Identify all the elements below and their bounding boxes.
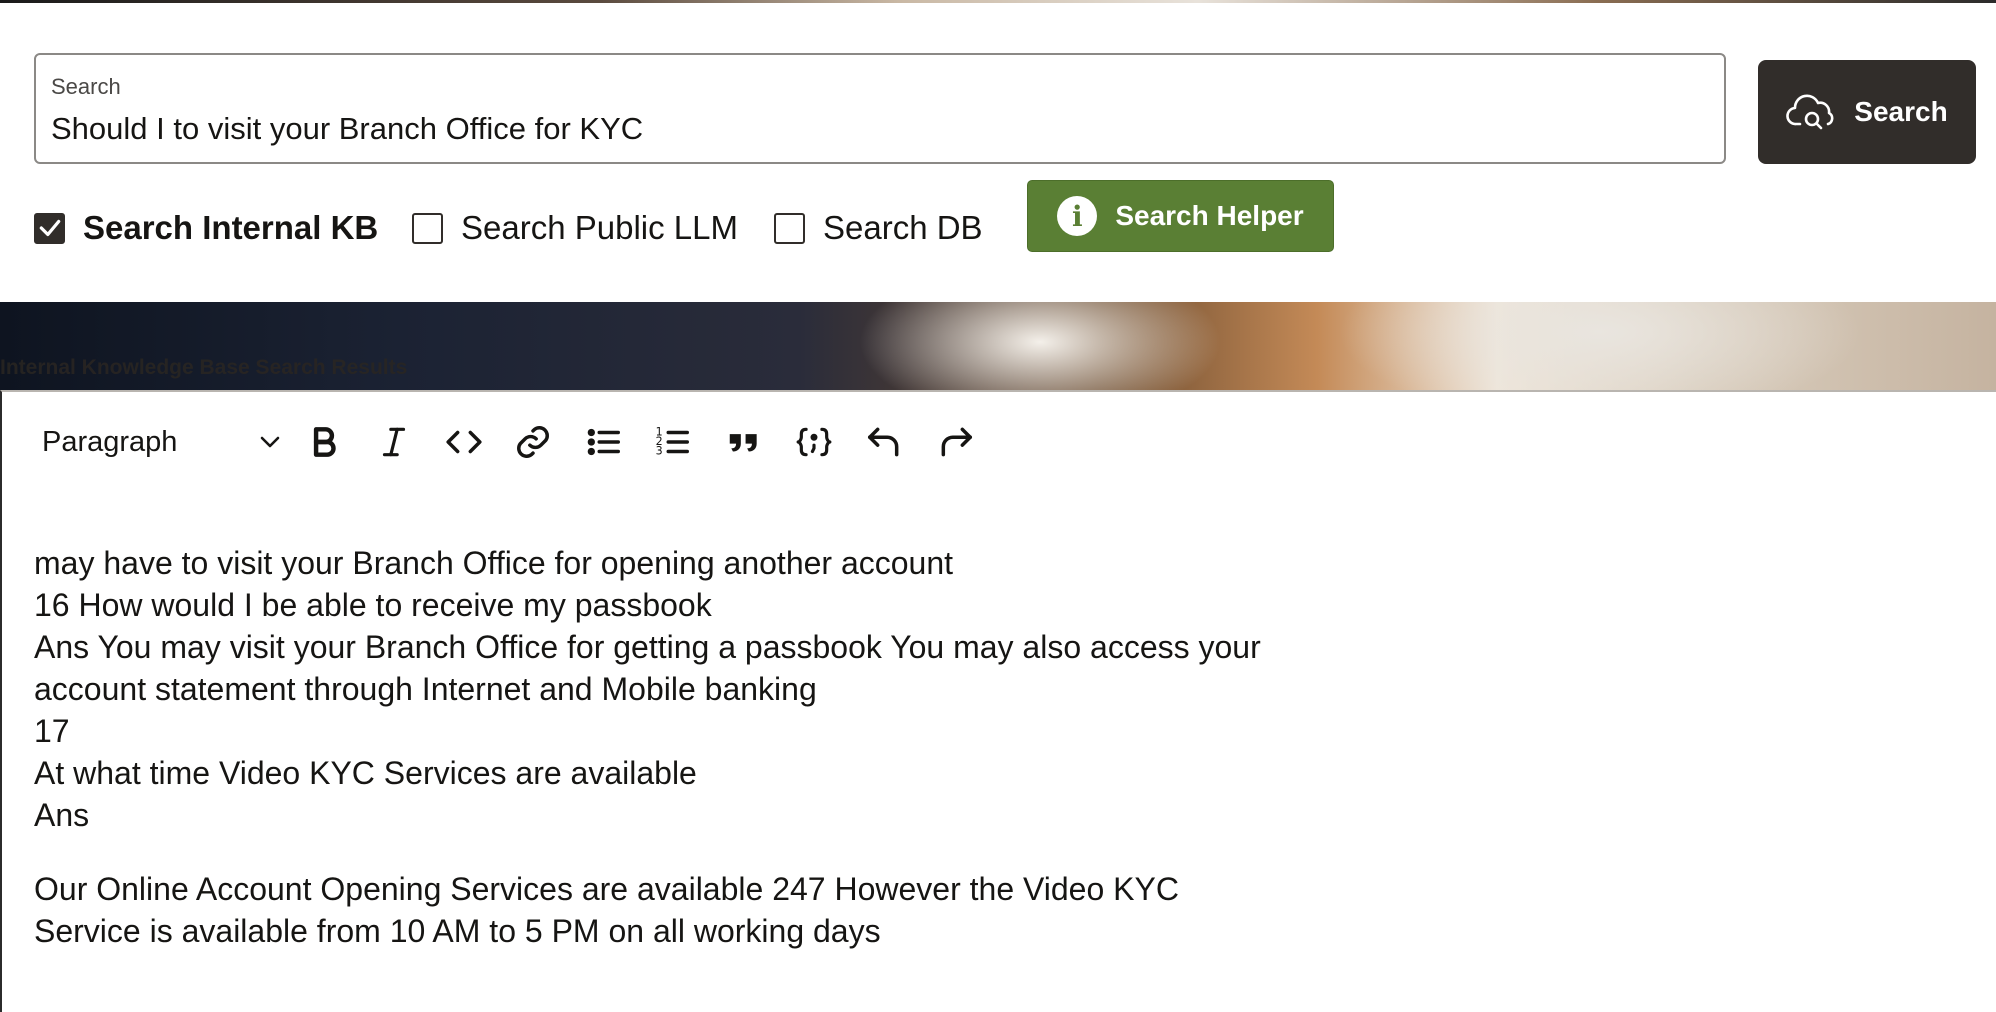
redo-button[interactable]: [930, 416, 982, 468]
search-helper-label: Search Helper: [1115, 200, 1304, 231]
search-panel: Search Search Search Internal KB Search …: [0, 3, 1996, 302]
content-line: Our Online Account Opening Services are …: [34, 871, 1179, 907]
checkbox-unchecked-icon[interactable]: [774, 212, 805, 244]
block-format-value: Paragraph: [42, 425, 178, 458]
content-line: 17: [34, 713, 70, 749]
content-line: 16 How would I be able to receive my pas…: [34, 587, 712, 623]
option-label: Search Internal KB: [83, 209, 379, 246]
italic-button[interactable]: [368, 416, 420, 468]
bulleted-list-button[interactable]: [578, 416, 630, 468]
bold-icon: [313, 427, 336, 457]
redo-icon: [941, 427, 972, 457]
search-button[interactable]: Search: [1758, 60, 1976, 164]
code-block-icon: [796, 427, 832, 457]
numbered-list-icon: 123: [656, 426, 689, 458]
content-line: may have to visit your Branch Office for…: [34, 545, 954, 581]
search-field-label: Search: [51, 74, 121, 99]
quote-icon: [729, 434, 757, 452]
undo-button[interactable]: [858, 416, 910, 468]
option-search-internal-kb[interactable]: Search Internal KB: [34, 209, 378, 247]
checkbox-unchecked-icon[interactable]: [412, 212, 443, 244]
info-icon: i: [1057, 196, 1098, 236]
search-field[interactable]: Search: [34, 53, 1726, 164]
search-button-label: Search: [1854, 96, 1948, 127]
undo-icon: [868, 427, 899, 457]
chevron-down-icon: [260, 436, 280, 448]
editor-toolbar: Paragraph 123: [2, 392, 1996, 488]
option-label: Search DB: [823, 209, 983, 246]
code-block-button[interactable]: [788, 416, 840, 468]
blockquote-button[interactable]: [718, 416, 770, 468]
svg-text:3: 3: [656, 445, 663, 458]
content-line: At what time Video KYC Services are avai…: [34, 755, 697, 791]
content-line: Service is available from 10 AM to 5 PM …: [34, 913, 881, 949]
content-line: Ans You may visit your Branch Office for…: [34, 629, 1261, 665]
code-icon: [446, 430, 482, 454]
content-line: Ans: [34, 797, 90, 833]
rich-text-editor[interactable]: Paragraph 123 may have to visit your Bra…: [0, 390, 1996, 1012]
editor-content[interactable]: may have to visit your Branch Office for…: [34, 542, 1934, 952]
option-search-db[interactable]: Search DB: [774, 209, 983, 247]
numbered-list-button[interactable]: 123: [647, 416, 699, 468]
search-helper-button[interactable]: i Search Helper: [1027, 180, 1334, 252]
option-search-public-llm[interactable]: Search Public LLM: [412, 209, 738, 247]
cloud-search-icon: [1786, 94, 1834, 130]
bulleted-list-icon: [587, 428, 620, 456]
option-label: Search Public LLM: [461, 209, 738, 246]
results-banner: Internal Knowledge Base Search Results: [0, 302, 1996, 390]
checkbox-checked-icon[interactable]: [34, 212, 65, 244]
search-input[interactable]: [51, 107, 1691, 151]
bold-button[interactable]: [298, 416, 350, 468]
link-button[interactable]: [507, 416, 559, 468]
italic-icon: [382, 427, 406, 457]
code-button[interactable]: [438, 416, 490, 468]
link-icon: [517, 426, 549, 458]
block-format-select[interactable]: Paragraph: [42, 420, 282, 464]
content-line: account statement through Internet and M…: [34, 671, 817, 707]
results-title: Internal Knowledge Base Search Results: [0, 356, 408, 379]
